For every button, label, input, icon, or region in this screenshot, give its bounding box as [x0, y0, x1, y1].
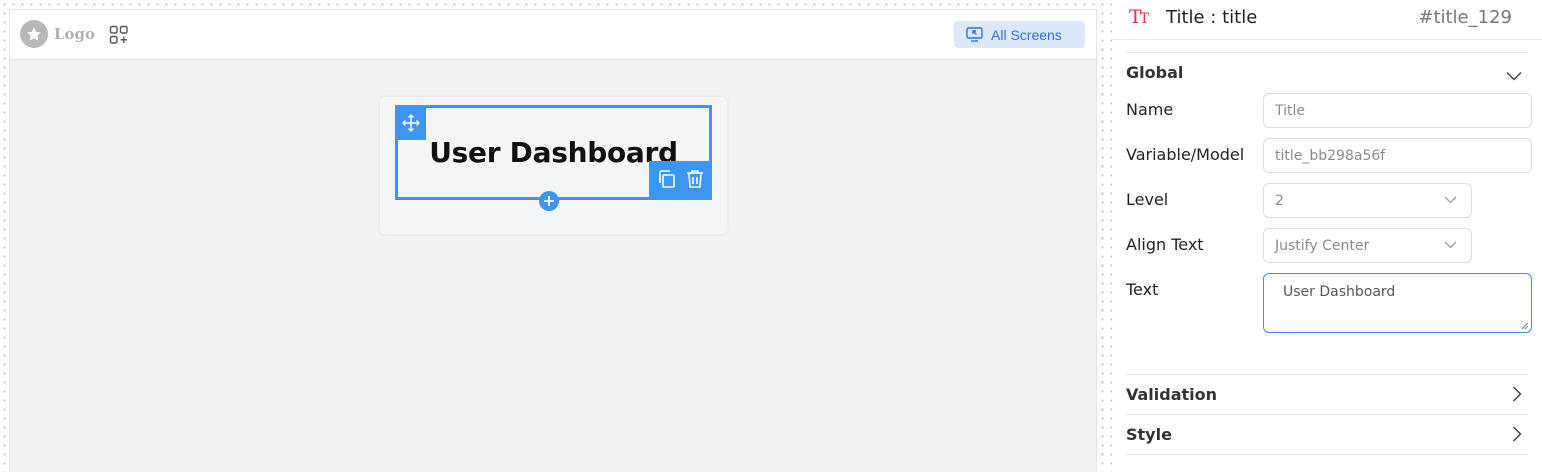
- align-label: Align Text: [1126, 235, 1204, 254]
- variable-input[interactable]: title_bb298a56f: [1263, 138, 1532, 173]
- panel-header: TT Title : title #title_129: [1112, 0, 1542, 40]
- level-value: 2: [1275, 192, 1284, 209]
- chevron-down-icon: [1444, 241, 1457, 249]
- star-icon: [20, 20, 48, 48]
- plus-icon[interactable]: [539, 191, 559, 211]
- section-global[interactable]: Global: [1126, 63, 1183, 82]
- logo: Logo: [20, 20, 95, 48]
- divider: [1126, 454, 1528, 455]
- properties-panel: TT Title : title #title_129 Global Name …: [1112, 0, 1542, 472]
- chevron-down-icon: [1444, 196, 1457, 204]
- title-type-icon: TT: [1129, 6, 1149, 28]
- resize-grip-icon[interactable]: [1521, 322, 1529, 330]
- design-canvas[interactable]: Logo All Screens User Dashboard: [9, 9, 1097, 472]
- component-name: Title : title: [1166, 7, 1258, 28]
- all-screens-label: All Screens: [991, 26, 1062, 43]
- divider: [1126, 52, 1528, 53]
- apps-add-icon[interactable]: [109, 25, 129, 45]
- move-icon[interactable]: [395, 105, 426, 140]
- section-style[interactable]: Style: [1126, 425, 1172, 444]
- name-label: Name: [1126, 100, 1174, 119]
- variable-label: Variable/Model: [1126, 145, 1245, 164]
- text-label: Text: [1126, 280, 1159, 299]
- divider: [1126, 374, 1528, 375]
- text-textarea[interactable]: User Dashboard: [1263, 273, 1532, 333]
- chevron-right-icon[interactable]: [1512, 426, 1522, 446]
- screen-card[interactable]: User Dashboard: [380, 97, 727, 234]
- logo-text: Logo: [54, 25, 96, 43]
- level-label: Level: [1126, 190, 1169, 209]
- variable-value: title_bb298a56f: [1275, 147, 1386, 164]
- canvas-topbar: Logo All Screens: [10, 10, 1096, 60]
- section-validation[interactable]: Validation: [1126, 385, 1217, 404]
- level-select[interactable]: 2: [1263, 183, 1472, 218]
- title-component-selected[interactable]: User Dashboard: [395, 105, 712, 211]
- align-select[interactable]: Justify Center: [1263, 228, 1472, 263]
- component-actions: [649, 161, 712, 200]
- chevron-down-icon[interactable]: [1506, 66, 1522, 85]
- component-id: #title_129: [1418, 7, 1512, 28]
- divider: [1126, 414, 1528, 415]
- text-value: User Dashboard: [1283, 284, 1396, 300]
- trash-icon[interactable]: [686, 169, 704, 193]
- all-screens-button[interactable]: All Screens: [954, 21, 1085, 48]
- screen-share-icon: [966, 27, 983, 42]
- align-value: Justify Center: [1275, 237, 1370, 254]
- chevron-right-icon[interactable]: [1512, 386, 1522, 406]
- name-placeholder: Title: [1275, 102, 1306, 119]
- copy-icon[interactable]: [657, 169, 677, 193]
- name-input[interactable]: Title: [1263, 93, 1532, 128]
